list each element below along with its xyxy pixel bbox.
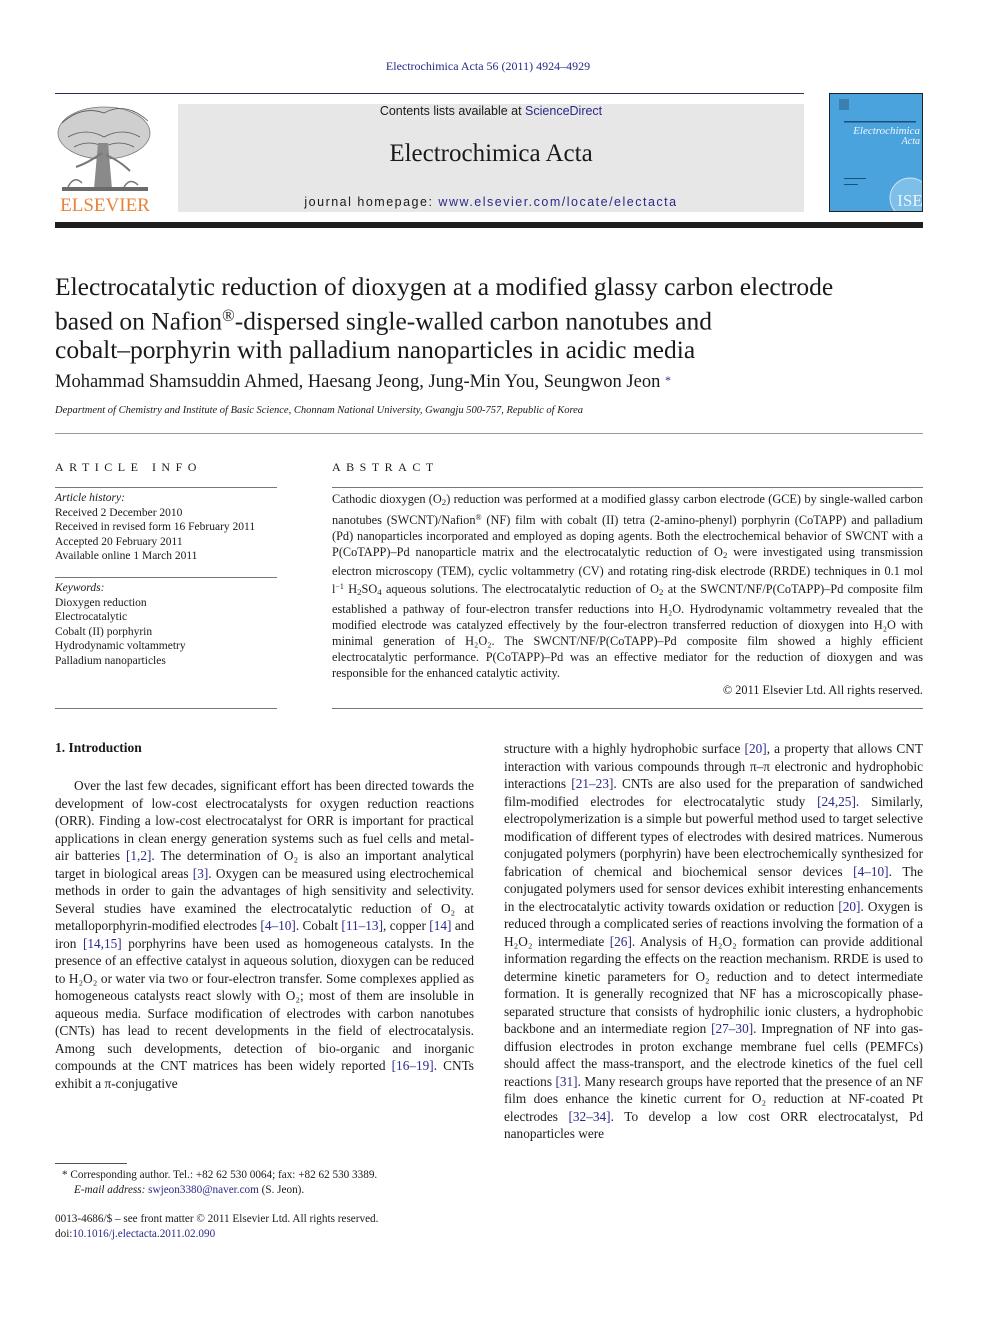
abstract-rule [332,487,923,488]
front-matter: 0013-4686/$ – see front matter © 2011 El… [55,1212,378,1242]
body-text: structure with a highly hydrophobic surf… [504,741,745,756]
footnote-corresponding: * Corresponding author. Tel.: +82 62 530… [62,1168,377,1198]
abstract-text: Cathodic dioxygen (O [332,492,442,506]
header-top-rule [55,93,804,94]
corresponding-author-mark[interactable]: * [665,373,671,387]
homepage-prefix: journal homepage: [304,195,439,209]
history-received: Received 2 December 2010 [55,506,183,519]
keywords: Keywords: Dioxygen reduction Electrocata… [55,581,285,668]
author-list: Mohammad Shamsuddin Ahmed, Haesang Jeong… [55,372,671,393]
title-line-1: Electrocatalytic reduction of dioxygen a… [55,272,834,301]
corresponding-author-note: * Corresponding author. Tel.: +82 62 530… [62,1168,377,1183]
history-accepted: Accepted 20 February 2011 [55,535,183,548]
citation-link[interactable]: [14] [429,918,451,933]
citation-link[interactable]: [16–19] [392,1058,434,1073]
journal-title: Electrochimica Acta [389,140,593,167]
journal-cover-image[interactable]: Electrochimica Acta ISE [829,93,923,212]
article-info-heading: ARTICLE INFO [55,460,202,474]
abstract-heading: ABSTRACT [332,460,439,474]
elsevier-wordmark: ELSEVIER [60,195,150,215]
citation-link[interactable]: [21–23] [571,776,613,791]
abstract-text: at the SWCNT/NF/P(CoTAPP)–Pd composite f… [332,582,923,680]
email-suffix: (S. Jeon). [258,1184,305,1196]
front-matter-text: 0013-4686/$ – see front matter © 2011 El… [55,1213,379,1225]
homepage-link[interactable]: www.elsevier.com/locate/electacta [438,195,677,209]
body-column-left: Over the last few decades, significant e… [55,777,474,1092]
corresponding-text: Corresponding author. Tel.: +82 62 530 0… [70,1169,378,1181]
abstract-copyright: © 2011 Elsevier Ltd. All rights reserved… [722,683,923,697]
history-online: Available online 1 March 2011 [55,550,198,562]
citation-link[interactable]: [11–13] [341,918,383,933]
body-text: . Cobalt [295,918,342,933]
journal-homepage: journal homepage: www.elsevier.com/locat… [178,195,804,209]
title-line-3: cobalt–porphyrin with palladium nanopart… [55,335,696,365]
abstract-text: H [343,582,358,597]
abstract-text: SO [361,582,378,597]
keyword-item: Electrocatalytic [55,611,128,623]
sciencedirect-link[interactable]: ScienceDirect [525,104,602,118]
journal-citation-link[interactable]: Electrochimica Acta 56 (2011) 4924–4929 [0,59,976,74]
citation-link[interactable]: [26] [610,934,632,949]
citation-link[interactable]: [20] [745,741,767,756]
history-label: Article history: [55,492,125,504]
citation-link[interactable]: [31] [555,1074,577,1089]
cover-ise-badge: ISE [897,191,923,210]
abstract-text: aqueous solutions. The electrocatalytic … [381,582,660,597]
authors: Mohammad Shamsuddin Ahmed, Haesang Jeong… [55,372,661,392]
article-info-rule [55,487,277,488]
registered-mark: ® [222,306,235,325]
email-label: E-mail address: [74,1184,149,1196]
doi-label: doi: [55,1228,73,1240]
header-thick-rule [55,222,923,228]
citation-link[interactable]: [27–30] [711,1021,753,1036]
citation-link[interactable]: [14,15] [83,936,122,951]
doi-link[interactable]: 10.1016/j.electacta.2011.02.090 [72,1228,215,1240]
keyword-item: Cobalt (II) porphyrin [55,625,153,638]
abstract-bottom-rule [332,708,923,709]
citation-link[interactable]: [20] [838,899,860,914]
contents-prefix: Contents lists available at [379,104,526,118]
citation-link[interactable]: [32–34] [568,1109,610,1124]
footnote-rule [55,1163,127,1164]
email-line: E-mail address: swjeon3380@naver.com (S.… [62,1183,377,1198]
abstract-body: Cathodic dioxygen (O2) reduction was per… [332,491,923,681]
title-divider [55,433,923,434]
body-text: porphyrins have been used as homogeneous… [55,935,474,1074]
affiliation: Department of Chemistry and Institute of… [55,405,584,416]
elsevier-logo[interactable]: ELSEVIER [54,103,156,216]
keywords-rule [55,577,277,578]
history-revised: Received in revised form 16 February 201… [55,521,256,533]
title-line-2-b: -dispersed single-walled carbon nanotube… [234,306,712,336]
citation-link[interactable]: [4–10] [260,918,295,933]
keyword-item: Hydrodynamic voltammetry [55,640,186,652]
doi-line: doi:10.1016/j.electacta.2011.02.090 [55,1227,378,1242]
citation-link[interactable]: [4–10] [853,864,888,879]
keyword-item: Dioxygen reduction [55,596,147,609]
title-line-2: based on Nafion®-dispersed single-walled… [55,301,935,335]
keyword-item: Palladium nanoparticles [55,654,166,667]
elsevier-tree-icon: ELSEVIER [57,106,151,216]
keywords-label: Keywords: [55,582,105,594]
citation-link[interactable]: [1,2] [126,848,151,863]
footnote-mark: * [62,1169,68,1181]
article-history: Article history: Received 2 December 201… [55,491,285,564]
superscript: −1 [335,582,344,592]
article-title: Electrocatalytic reduction of dioxygen a… [55,272,935,364]
section-heading-introduction: 1. Introduction [55,740,142,755]
cover-title-line2: Acta [901,136,920,147]
citation-link[interactable]: [3] [193,866,209,881]
title-line-2-a: based on Nafion [55,306,223,336]
journal-cover-icon: Electrochimica Acta ISE [839,99,923,211]
email-link[interactable]: swjeon3380@naver.com [148,1184,259,1196]
contents-line: Contents lists available at ScienceDirec… [178,104,804,118]
article-info-bottom-rule [55,708,277,709]
body-column-right: structure with a highly hydrophobic surf… [504,740,923,1143]
citation-link[interactable]: [24,25] [817,794,856,809]
body-text: , copper [383,918,430,933]
